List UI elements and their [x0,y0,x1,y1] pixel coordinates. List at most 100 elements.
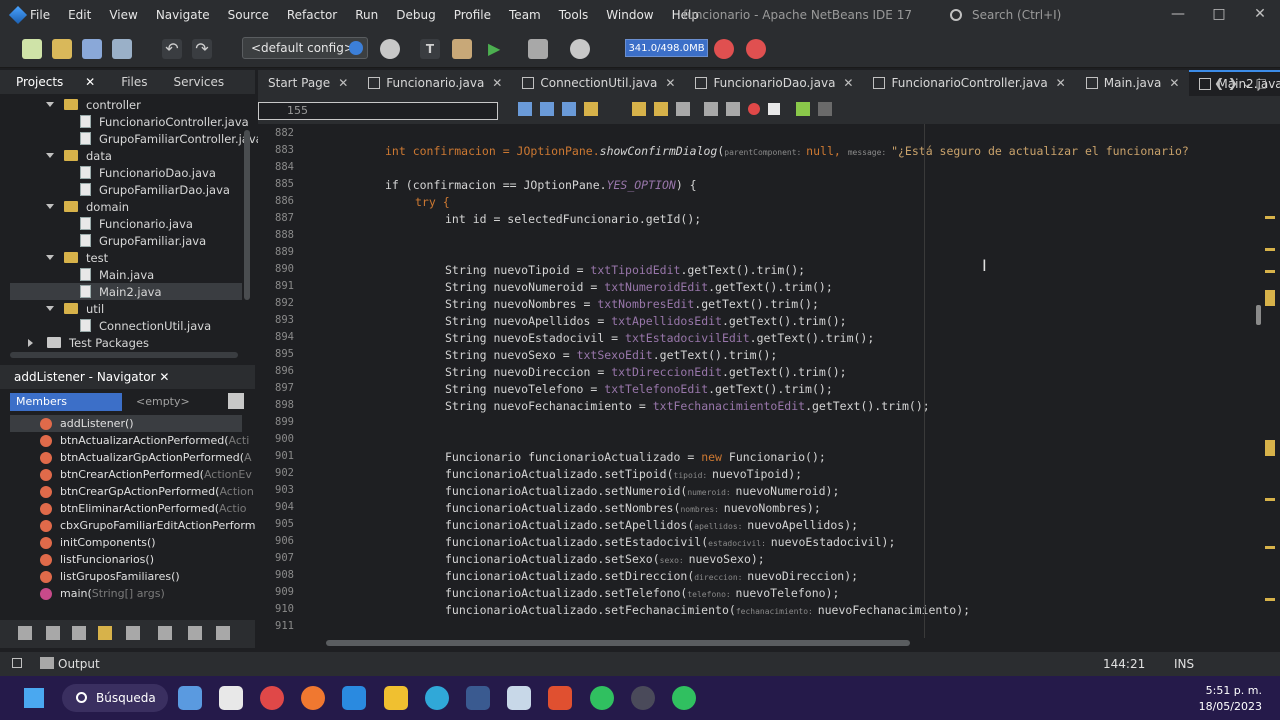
open-project-icon[interactable] [82,39,102,59]
editor-horizontal-scrollbar[interactable] [326,640,910,646]
search-input[interactable]: Search (Ctrl+I) [950,5,1155,25]
sort-icon[interactable] [158,626,172,640]
undo-icon[interactable]: ↶ [162,39,182,59]
list-item[interactable]: main(String[] args) [40,585,165,602]
shift-left-icon[interactable] [704,102,718,116]
tree-file[interactable]: FuncionarioController.java [80,113,249,130]
list-item[interactable]: btnActualizarActionPerformed(Acti [40,432,249,449]
menu-edit[interactable]: Edit [68,8,91,22]
tree-folder-test[interactable]: test [46,249,108,266]
tree-folder-data[interactable]: data [46,147,112,164]
spotify-app-icon[interactable] [590,686,614,710]
insert-mode[interactable]: INS [1174,657,1194,671]
next-bookmark-icon[interactable] [654,102,668,116]
panel-toggle-icon[interactable] [12,658,22,668]
error-stripe-mark[interactable] [1265,598,1275,601]
brave-app-icon[interactable] [548,686,572,710]
build-icon[interactable]: T [420,39,440,59]
tab-main[interactable]: Main.java ✕ [1076,70,1190,96]
close-icon[interactable]: ✕ [1252,6,1268,22]
tree-file-selected[interactable]: Main2.java [10,283,242,300]
gc-alt-icon[interactable] [746,39,766,59]
tree-file[interactable]: GrupoFamiliarController.java [80,130,263,147]
tree-file[interactable]: Funcionario.java [80,215,193,232]
tab-funcionario[interactable]: Funcionario.java ✕ [358,70,512,96]
close-tab-icon[interactable]: ✕ [338,70,348,96]
redo-icon[interactable]: ↷ [192,39,212,59]
error-stripe-mark[interactable] [1265,440,1275,456]
menu-file[interactable]: File [30,8,50,22]
editor-vertical-scrollbar[interactable] [1256,305,1261,325]
memory-indicator[interactable]: 341.0/498.0MB [625,39,708,57]
debug-icon[interactable] [528,39,548,59]
windows-start-icon[interactable] [24,688,44,708]
menu-refactor[interactable]: Refactor [287,8,337,22]
tab-services[interactable]: Services [166,75,233,89]
list-item[interactable]: btnEliminarActionPerformed(Actio [40,500,247,517]
menu-navigate[interactable]: Navigate [156,8,210,22]
filter-static-icon[interactable] [72,626,86,640]
menu-tools[interactable]: Tools [559,8,589,22]
goto-line-field[interactable]: 155 [258,102,498,120]
new-project-icon[interactable] [52,39,72,59]
filter-select[interactable]: <empty> [130,393,218,411]
tab-connection-util[interactable]: ConnectionUtil.java ✕ [512,70,685,96]
gc-icon[interactable] [714,39,734,59]
new-file-icon[interactable] [22,39,42,59]
clean-build-icon[interactable] [452,39,472,59]
tree-file[interactable]: GrupoFamiliarDao.java [80,181,230,198]
error-stripe-mark[interactable] [1265,498,1275,501]
tree-file[interactable]: Main.java [80,266,154,283]
filter-private-icon[interactable] [98,626,112,640]
app-cube-icon[interactable] [507,686,531,710]
close-tab-icon[interactable]: ✕ [843,70,853,96]
members-select[interactable]: Members [10,393,122,411]
tab-files[interactable]: Files [113,75,155,89]
todo-app-icon[interactable] [260,686,284,710]
list-item[interactable]: btnCrearActionPerformed(ActionEv [40,466,252,483]
previous-bookmark-icon[interactable] [632,102,646,116]
comment-icon[interactable] [796,102,810,116]
file-explorer-app-icon[interactable] [178,686,202,710]
save-all-icon[interactable] [112,39,132,59]
browser-icon[interactable] [380,39,400,59]
find-previous-icon[interactable] [518,102,532,116]
toggle-bookmark-icon[interactable] [676,102,690,116]
horizontal-scrollbar[interactable] [10,352,238,358]
error-stripe-mark[interactable] [1265,216,1275,219]
whatsapp-app-icon[interactable] [672,686,696,710]
tab-funcionario-dao[interactable]: FuncionarioDao.java ✕ [685,70,863,96]
list-item[interactable]: addListener() [40,415,134,432]
record-macro-icon[interactable] [748,103,760,115]
error-stripe-mark[interactable] [1265,546,1275,549]
menu-window[interactable]: Window [606,8,653,22]
vertical-scrollbar[interactable] [244,130,250,300]
sort-source-icon[interactable] [216,626,230,640]
menu-run[interactable]: Run [355,8,378,22]
stop-macro-icon[interactable] [768,103,780,115]
list-item[interactable]: btnCrearGpActionPerformed(Action [40,483,254,500]
find-next-icon[interactable] [540,102,554,116]
code-editor[interactable]: int confirmacion = JOptionPane.showConfi… [310,124,1262,638]
tree-folder-controller[interactable]: controller [46,96,141,113]
tree-file[interactable]: ConnectionUtil.java [80,317,211,334]
vscode-app-icon[interactable] [342,686,366,710]
close-tab-icon[interactable]: ✕ [1056,70,1066,96]
maximize-icon[interactable]: □ [1211,6,1227,22]
toggle-highlight-icon[interactable] [584,102,598,116]
tree-file[interactable]: GrupoFamiliar.java [80,232,206,249]
sort-alpha-icon[interactable] [188,626,202,640]
obs-app-icon[interactable] [631,686,655,710]
list-item[interactable]: cbxGrupoFamiliarEditActionPerform [40,517,255,534]
tab-funcionario-controller[interactable]: FuncionarioController.java ✕ [863,70,1075,96]
minimize-icon[interactable]: — [1170,6,1186,22]
filter-local-icon[interactable] [126,626,140,640]
find-selection-icon[interactable] [562,102,576,116]
clock-time[interactable]: 5:51 p. m. [1198,684,1262,697]
run-icon[interactable]: ▶ [488,39,508,59]
list-item[interactable]: btnActualizarGpActionPerformed(A [40,449,252,466]
error-stripe-mark[interactable] [1265,290,1275,306]
filter-fields-icon[interactable] [46,626,60,640]
netbeans-app-icon[interactable] [466,686,490,710]
tab-projects[interactable]: Projects ✕ [0,75,103,89]
